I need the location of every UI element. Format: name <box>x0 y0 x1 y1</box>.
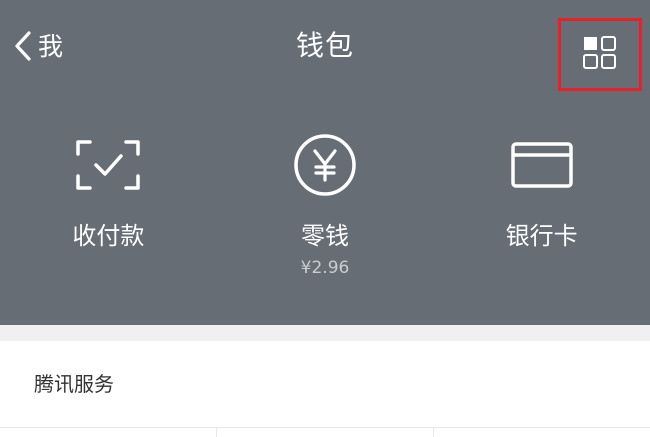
wallet-header: 我 钱包 收付款 零钱 ¥2.96 银行卡 <box>0 0 650 325</box>
tencent-services-section: 腾讯服务 <box>0 341 650 437</box>
page-title: 钱包 <box>295 29 354 62</box>
action-change[interactable]: 零钱 ¥2.96 <box>217 120 434 300</box>
action-label: 零钱 <box>301 222 349 250</box>
nav-bar: 我 钱包 <box>0 0 650 92</box>
grid-menu-icon <box>582 35 618 75</box>
section-title: 腾讯服务 <box>34 372 114 396</box>
action-pay-receive[interactable]: 收付款 <box>0 120 217 300</box>
action-label: 银行卡 <box>505 222 578 250</box>
services-grid <box>0 427 650 437</box>
balance-amount: ¥2.96 <box>300 258 350 278</box>
yen-coin-icon <box>290 130 360 200</box>
action-label: 收付款 <box>72 222 145 250</box>
section-divider <box>0 325 650 341</box>
more-menu-button[interactable] <box>558 18 642 91</box>
quick-actions: 收付款 零钱 ¥2.96 银行卡 <box>0 120 650 300</box>
action-bank-card[interactable]: 银行卡 <box>433 120 650 300</box>
scan-check-icon <box>73 130 143 200</box>
bank-card-icon <box>507 130 577 200</box>
